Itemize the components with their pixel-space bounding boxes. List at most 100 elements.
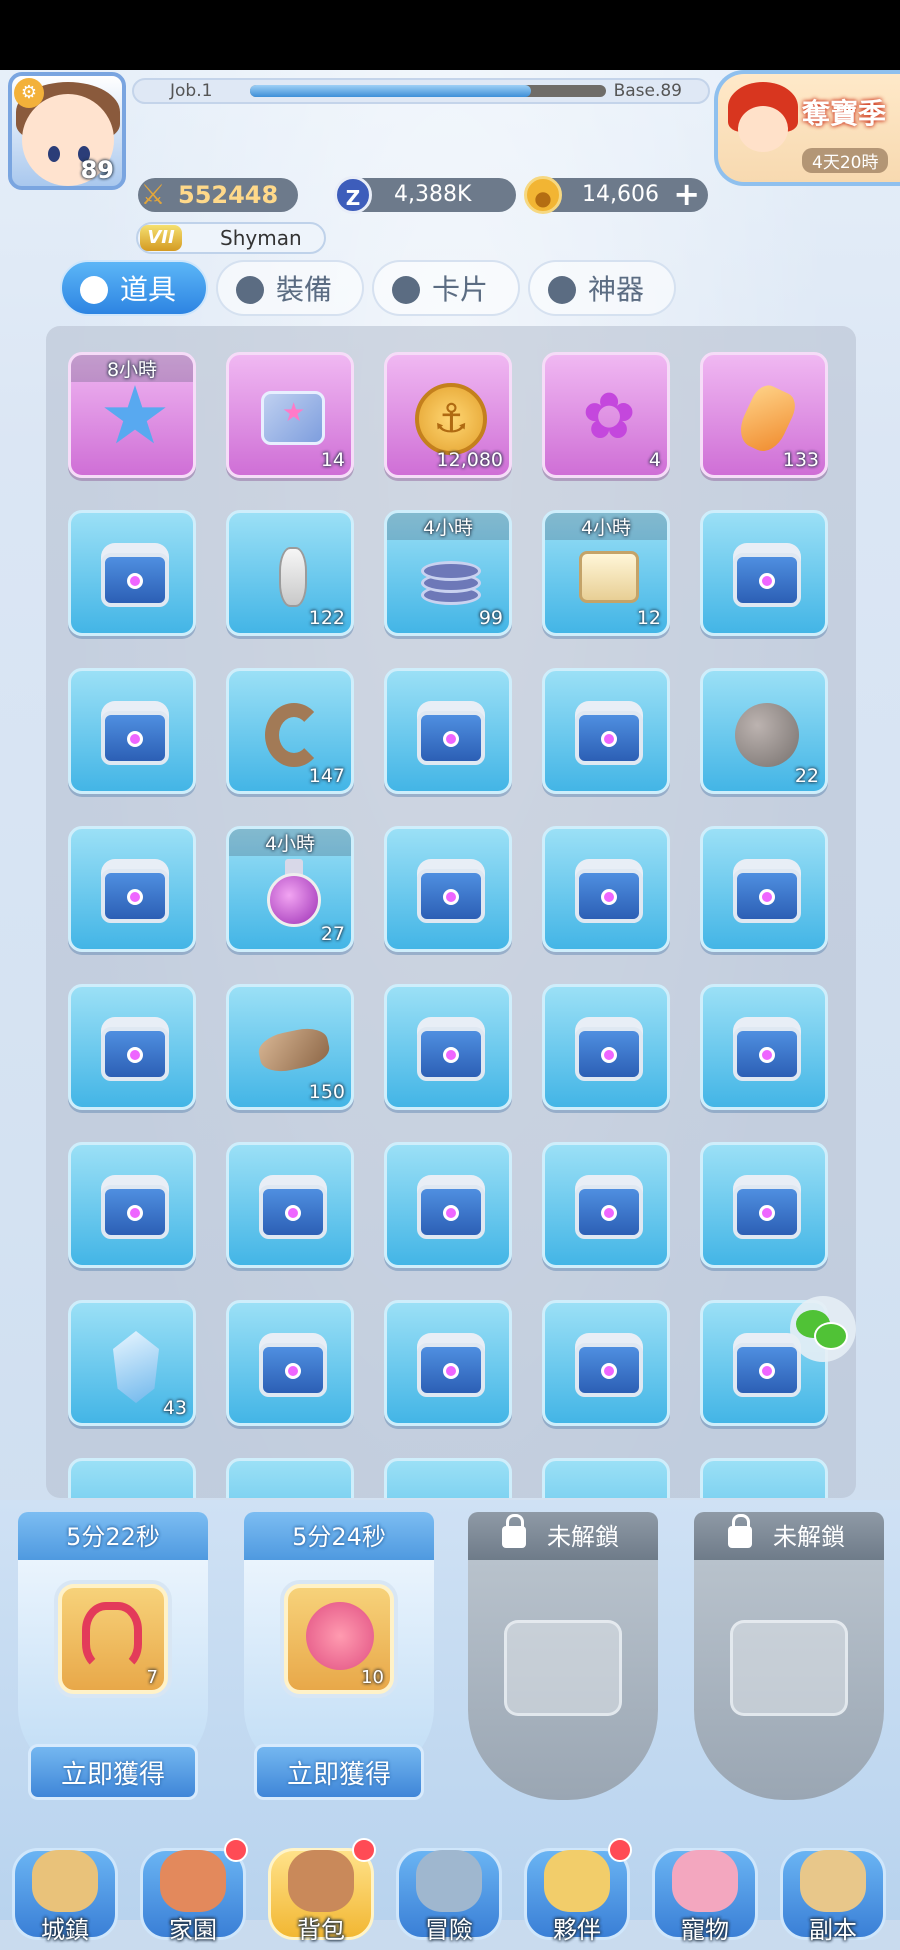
town-icon <box>32 1850 98 1912</box>
event-character <box>728 82 798 172</box>
item-timer: 8小時 <box>71 355 193 382</box>
inventory-slot[interactable]: 133 <box>700 352 828 478</box>
chest-slot-locked[interactable]: 未解鎖 <box>468 1512 658 1812</box>
inventory-slot[interactable] <box>384 984 512 1110</box>
inventory-slot[interactable] <box>700 984 828 1110</box>
reward-item[interactable]: 10 <box>284 1584 394 1694</box>
inventory-slot[interactable] <box>68 668 196 794</box>
tab-label: 卡片 <box>432 273 489 306</box>
inventory-slot[interactable] <box>384 826 512 952</box>
chat-button[interactable] <box>790 1296 856 1362</box>
nav-home[interactable]: 家園 <box>130 1838 256 1950</box>
inventory-slot[interactable] <box>68 510 196 636</box>
claim-now-button[interactable]: 立即獲得 <box>28 1744 198 1800</box>
chest-icon <box>729 1171 805 1243</box>
vip-name-plate[interactable]: VII Shyman <box>136 222 326 254</box>
chest-slot[interactable]: 5分22秒 7 立即獲得 <box>18 1512 208 1812</box>
item-count: 147 <box>308 765 345 787</box>
inventory-slot[interactable] <box>542 984 670 1110</box>
player-level: 89 <box>80 156 114 184</box>
tab-equipment[interactable]: 裝備 <box>216 260 364 316</box>
chest-icon <box>729 855 805 927</box>
reward-item[interactable]: 7 <box>58 1584 168 1694</box>
nav-town[interactable]: 城鎮 <box>2 1838 128 1950</box>
notification-dot <box>224 1838 248 1862</box>
item-count: 43 <box>162 1397 187 1419</box>
inventory-slot[interactable]: 22 <box>700 668 828 794</box>
inventory-slot[interactable]: 4小時 99 <box>384 510 512 636</box>
tab-artifacts[interactable]: 神器 <box>528 260 676 316</box>
partner-icon <box>544 1850 610 1912</box>
chest-slot[interactable]: 5分24秒 10 立即獲得 <box>244 1512 434 1812</box>
event-title: 奪寶季 <box>802 97 887 130</box>
nav-adventure[interactable]: 冒險 <box>386 1838 512 1950</box>
item-count: 133 <box>782 449 819 471</box>
inventory-slot[interactable]: ✿ 4 <box>542 352 670 478</box>
inventory-slot[interactable] <box>68 1142 196 1268</box>
nav-pet[interactable]: 寵物 <box>642 1838 768 1950</box>
inventory-slot[interactable] <box>542 668 670 794</box>
artifact-icon <box>548 276 576 304</box>
inventory-slot[interactable] <box>700 1458 828 1498</box>
inventory-slot[interactable] <box>68 826 196 952</box>
inventory-slot[interactable] <box>542 1300 670 1426</box>
inventory-panel[interactable]: ★8小時14⚓12,080✿41331224小時994小時12147224小時2… <box>46 326 856 1498</box>
inventory-slot[interactable] <box>700 1142 828 1268</box>
inventory-slot[interactable]: 147 <box>226 668 354 794</box>
inventory-slot[interactable] <box>384 1142 512 1268</box>
item-count: 122 <box>308 607 345 629</box>
item-count: 99 <box>478 607 503 629</box>
locked-text: 未解鎖 <box>773 1523 845 1551</box>
inventory-slot[interactable] <box>226 1458 354 1498</box>
inventory-slot[interactable]: 4小時 27 <box>226 826 354 952</box>
inventory-slot[interactable] <box>542 1458 670 1498</box>
inventory-slot[interactable] <box>384 668 512 794</box>
inventory-slot[interactable] <box>384 1300 512 1426</box>
inventory-slot[interactable] <box>700 510 828 636</box>
inventory-slot[interactable] <box>226 1300 354 1426</box>
claim-now-button[interactable]: 立即獲得 <box>254 1744 424 1800</box>
nav-partner[interactable]: 夥伴 <box>514 1838 640 1950</box>
chest-slot-locked[interactable]: 未解鎖 <box>694 1512 884 1812</box>
nav-bag[interactable]: 背包 <box>258 1838 384 1950</box>
inventory-slot[interactable] <box>68 984 196 1110</box>
inventory-slot[interactable] <box>384 1458 512 1498</box>
exp-fill <box>250 85 532 97</box>
inventory-slot[interactable] <box>68 1458 196 1498</box>
tab-label: 神器 <box>588 273 645 306</box>
inventory-slot[interactable] <box>226 1142 354 1268</box>
notification-dot <box>608 1838 632 1862</box>
notification-dot <box>352 1838 376 1862</box>
combat-power: ⚔ 552448 <box>138 178 298 212</box>
inventory-slot[interactable]: 14 <box>226 352 354 478</box>
inventory-slot[interactable]: ⚓ 12,080 <box>384 352 512 478</box>
inventory-slot[interactable]: 122 <box>226 510 354 636</box>
inventory-slot[interactable] <box>542 826 670 952</box>
chest-icon <box>413 1013 489 1085</box>
inventory-slot[interactable]: 150 <box>226 984 354 1110</box>
inventory-slot[interactable] <box>700 826 828 952</box>
adventure-icon <box>416 1850 482 1912</box>
event-banner[interactable]: 奪寶季 4天20時 <box>714 70 900 186</box>
chat-bubble-icon <box>814 1322 848 1350</box>
add-gold-button[interactable]: + <box>673 177 700 211</box>
chest-icon <box>571 855 647 927</box>
settings-badge-icon[interactable]: ⚙ <box>14 78 44 108</box>
job-level-label: Job.1 <box>170 81 213 101</box>
inventory-slot[interactable]: 43 <box>68 1300 196 1426</box>
treasure-chest-icon <box>504 1620 622 1716</box>
inventory-slot[interactable]: ★ 8小時 <box>68 352 196 478</box>
player-avatar[interactable]: ⚙ 89 <box>8 72 126 190</box>
inventory-slot[interactable] <box>542 1142 670 1268</box>
tab-cards[interactable]: 卡片 <box>372 260 520 316</box>
avatar-eye <box>48 146 60 162</box>
nav-dungeon[interactable]: 副本 <box>770 1838 896 1950</box>
inventory-slot[interactable]: 4小時 12 <box>542 510 670 636</box>
item-count: 12,080 <box>436 449 503 471</box>
chest-icon <box>571 1329 647 1401</box>
item-timer: 4小時 <box>545 513 667 540</box>
tab-items[interactable]: 道具 <box>60 260 208 316</box>
item-count: 150 <box>308 1081 345 1103</box>
gold-currency: ● 14,606 + <box>524 176 708 214</box>
gold-value: 14,606 <box>582 182 659 207</box>
